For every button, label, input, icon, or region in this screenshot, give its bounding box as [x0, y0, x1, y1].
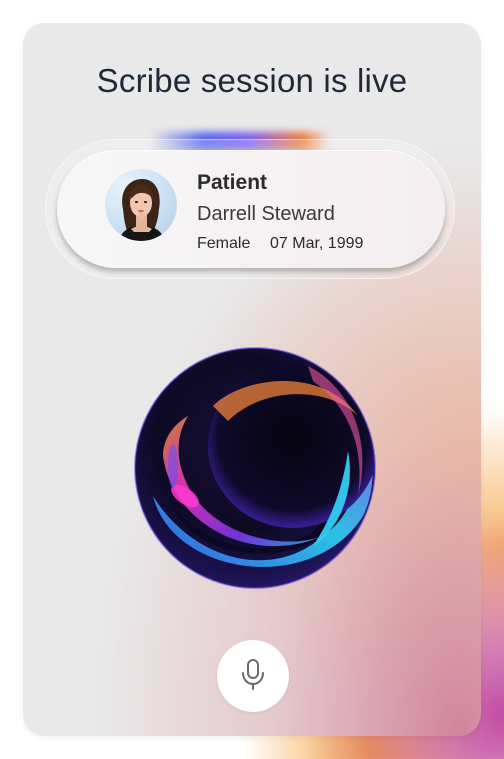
ai-orb: [133, 346, 377, 590]
patient-label: Patient: [197, 171, 268, 194]
microphone-button[interactable]: [217, 640, 289, 712]
patient-dob: 07 Mar, 1999: [270, 235, 364, 252]
microphone-icon: [240, 658, 266, 695]
patient-gender: Female: [197, 235, 251, 252]
avatar: [105, 169, 177, 241]
page-title: Scribe session is live: [96, 62, 408, 99]
screen: Scribe session is live Patient Darrell S…: [0, 0, 504, 759]
patient-name: Darrell Steward: [197, 203, 335, 225]
